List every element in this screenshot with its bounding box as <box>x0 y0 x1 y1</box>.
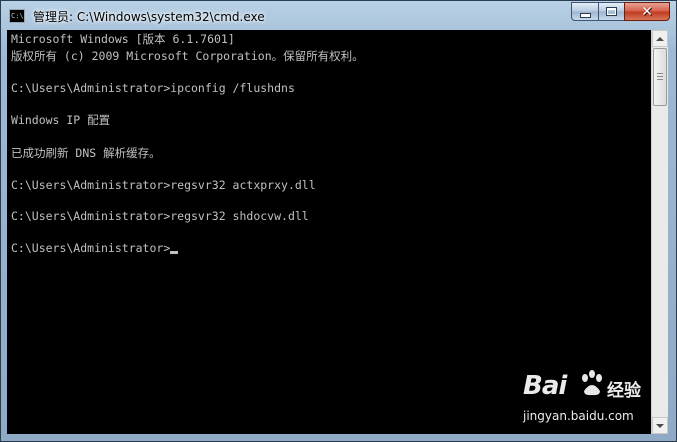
console-output[interactable]: Microsoft Windows [版本 6.1.7601] 版权所有 (c)… <box>7 30 651 434</box>
watermark-url: jingyan.baidu.com <box>523 409 634 423</box>
console-line: C:\Users\Administrator>regsvr32 actxprxy… <box>11 178 316 192</box>
watermark-brand-suffix: 经验 <box>607 381 641 401</box>
console-line: Windows IP 配置 <box>11 113 111 127</box>
grip-line <box>657 73 663 74</box>
baidu-paw-icon <box>582 370 602 396</box>
maximize-icon <box>606 7 617 16</box>
maximize-button[interactable] <box>598 2 624 21</box>
caption-buttons: ✕ <box>571 2 670 21</box>
console-line: C:\Users\Administrator>regsvr32 shdocvw.… <box>11 209 309 223</box>
console-line: Microsoft Windows [版本 6.1.7601] <box>11 32 235 46</box>
scroll-up-button[interactable] <box>652 30 668 47</box>
grip-line <box>657 76 663 77</box>
console-line: C:\Users\Administrator>ipconfig /flushdn… <box>11 81 295 95</box>
arrow-up-icon <box>656 36 664 41</box>
console-line: 已成功刷新 DNS 解析缓存。 <box>11 146 161 160</box>
vertical-scrollbar[interactable] <box>651 30 668 434</box>
cmd-app-icon[interactable]: C:\ <box>9 9 25 23</box>
scroll-thumb[interactable] <box>653 48 667 106</box>
scroll-down-button[interactable] <box>652 417 668 434</box>
window-title: 管理员: C:\Windows\system32\cmd.exe <box>33 10 265 24</box>
arrow-down-icon <box>656 423 664 428</box>
console-line: 版权所有 (c) 2009 Microsoft Corporation。保留所有… <box>11 49 364 63</box>
title-bar[interactable]: C:\ 管理员: C:\Windows\system32\cmd.exe ✕ <box>1 1 676 31</box>
grip-line <box>657 79 663 80</box>
watermark-brand: Bai <box>523 371 567 401</box>
minimize-button[interactable] <box>571 2 598 21</box>
cmd-window: C:\ 管理员: C:\Windows\system32\cmd.exe ✕ M… <box>0 0 677 442</box>
console-prompt-line: C:\Users\Administrator> <box>11 241 179 255</box>
close-button[interactable]: ✕ <box>624 2 670 21</box>
console-prompt: C:\Users\Administrator> <box>11 241 171 255</box>
baidu-jingyan-watermark: Bai 经验 jingyan.baidu.com <box>523 369 641 429</box>
close-icon: ✕ <box>641 3 653 20</box>
text-cursor <box>170 251 179 254</box>
minimize-icon <box>579 12 591 18</box>
